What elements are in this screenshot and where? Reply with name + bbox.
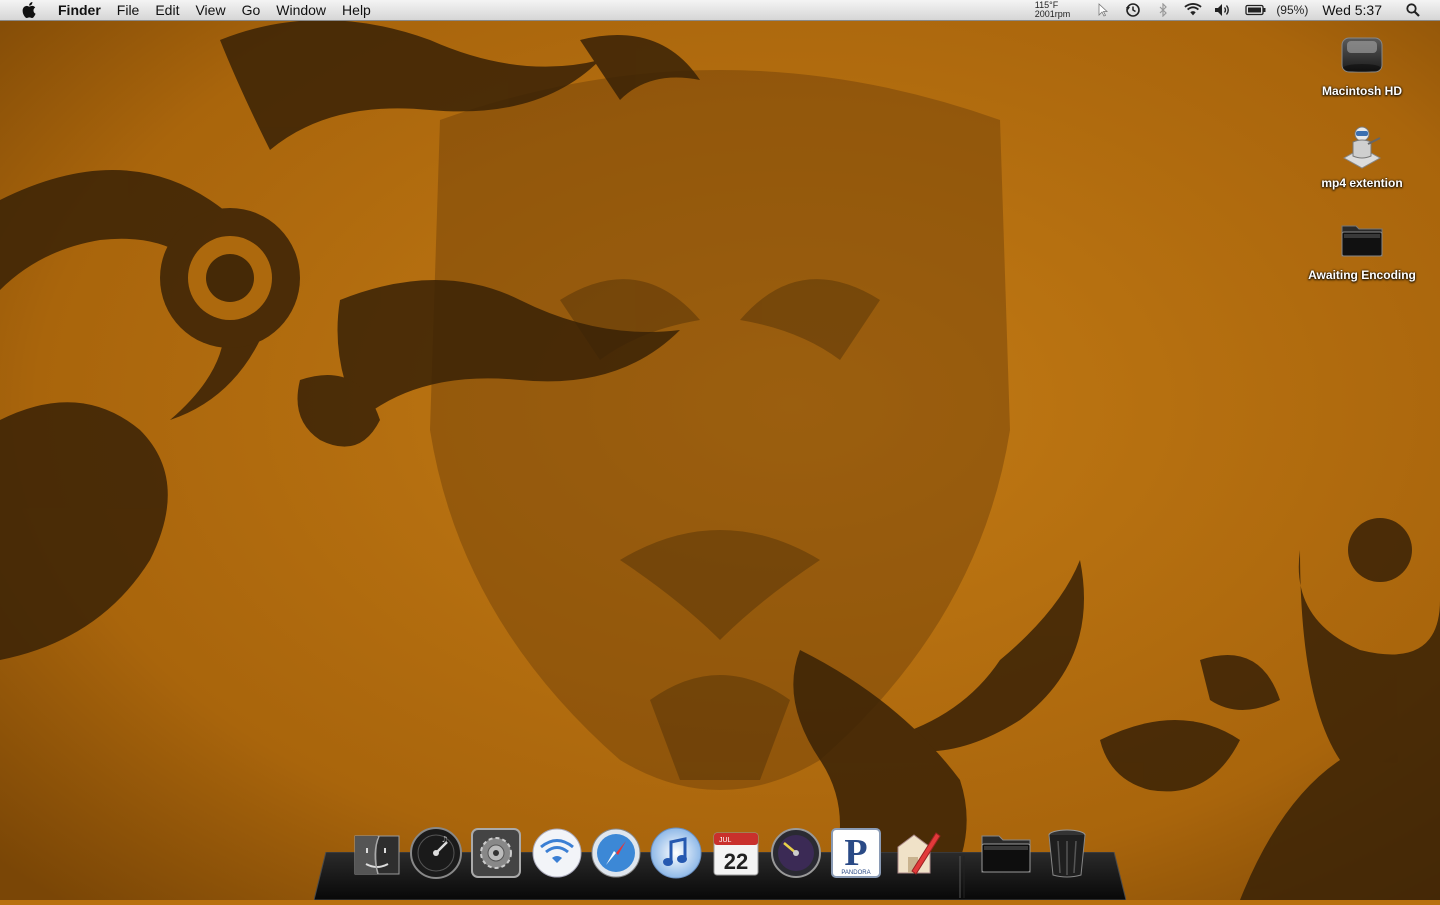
- textedit-icon: [897, 832, 941, 875]
- pandora-letter: P: [844, 832, 867, 874]
- menu-help[interactable]: Help: [334, 0, 379, 21]
- menu-file[interactable]: File: [109, 0, 148, 21]
- folder-icon: [1338, 216, 1386, 264]
- battery-icon[interactable]: [1244, 2, 1268, 18]
- desktop-icon-label: Macintosh HD: [1321, 84, 1402, 98]
- battery-percentage: (95%): [1276, 3, 1309, 17]
- volume-icon[interactable]: [1214, 2, 1232, 18]
- menu-edit[interactable]: Edit: [147, 0, 187, 21]
- menu-window[interactable]: Window: [268, 0, 334, 21]
- desktop-icon-mp4-extention[interactable]: mp4 extention: [1292, 124, 1432, 190]
- calendar-month: JUL: [719, 837, 732, 844]
- calendar-icon: JUL 22: [713, 832, 759, 876]
- dock-item-itunes[interactable]: [649, 826, 703, 880]
- pandora-label: PANDORA: [841, 870, 870, 876]
- dock-item-activity-monitor[interactable]: [769, 826, 823, 880]
- dock-item-ical[interactable]: JUL 22: [709, 826, 763, 880]
- dock-item-safari[interactable]: [589, 826, 643, 880]
- dock-item-system-preferences[interactable]: [469, 826, 523, 880]
- desktop-icon-label: Awaiting Encoding: [1308, 268, 1416, 282]
- time-machine-icon[interactable]: [1124, 2, 1142, 18]
- menu-view[interactable]: View: [187, 0, 233, 21]
- dashboard-icon: ♫: [410, 827, 462, 879]
- pandora-icon: P PANDORA: [831, 828, 881, 878]
- dock-item-airport-utility[interactable]: [530, 826, 584, 880]
- spotlight-search-icon[interactable]: [1404, 2, 1422, 18]
- desktop-icon-awaiting-encoding[interactable]: Awaiting Encoding: [1292, 216, 1432, 282]
- temperature-monitor[interactable]: 115°F 2001rpm: [1035, 1, 1071, 19]
- dock-item-folder[interactable]: [979, 826, 1033, 880]
- trash-icon: [1048, 829, 1086, 878]
- menubar-clock[interactable]: Wed 5:37: [1322, 2, 1382, 18]
- automator-icon: [1338, 124, 1386, 172]
- dock-item-finder[interactable]: [350, 826, 404, 880]
- system-preferences-icon: [471, 828, 521, 878]
- safari-icon: [591, 828, 641, 878]
- fan-speed-reading: 2001rpm: [1034, 9, 1071, 19]
- gauge-icon: [771, 828, 821, 878]
- dock-item-pandora[interactable]: P PANDORA: [829, 826, 883, 880]
- svg-text:♫: ♫: [441, 835, 448, 844]
- desktop-icon-label: mp4 extention: [1321, 176, 1403, 190]
- desktop-wallpaper: [0, 0, 1440, 900]
- dock-item-trash[interactable]: [1040, 826, 1094, 880]
- calendar-day: 22: [724, 849, 748, 874]
- dock-item-textedit[interactable]: [889, 826, 943, 880]
- itunes-icon: [650, 827, 702, 879]
- wifi-icon[interactable]: [1184, 2, 1202, 18]
- desktop-icon-macintosh-hd[interactable]: Macintosh HD: [1292, 32, 1432, 98]
- cursor-icon[interactable]: [1094, 2, 1112, 18]
- finder-icon: [354, 835, 400, 875]
- menu-bar: Finder File Edit View Go Window Help 115…: [0, 0, 1440, 21]
- wifi-icon: [532, 828, 582, 878]
- bluetooth-icon[interactable]: [1154, 2, 1172, 18]
- apple-menu-icon[interactable]: [18, 2, 40, 18]
- folder-icon: [981, 835, 1031, 873]
- hard-drive-icon: [1338, 32, 1386, 80]
- dock-item-dashboard[interactable]: ♫: [409, 826, 463, 880]
- menu-app-finder[interactable]: Finder: [54, 0, 109, 21]
- menu-go[interactable]: Go: [234, 0, 269, 21]
